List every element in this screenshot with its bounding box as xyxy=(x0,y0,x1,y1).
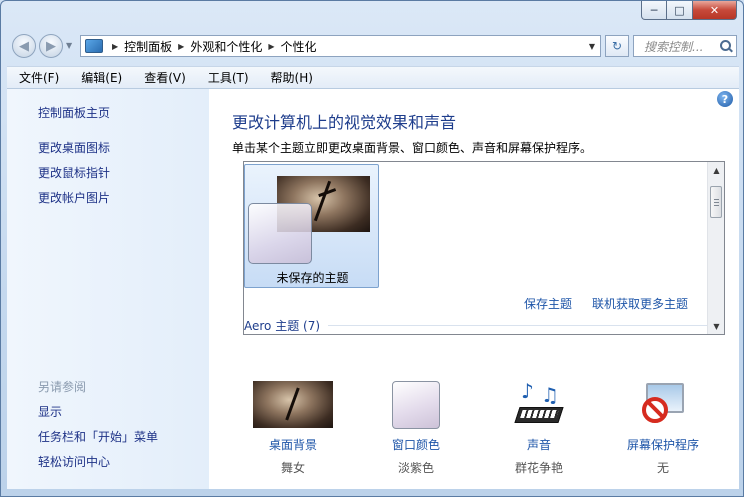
breadcrumb-personalization[interactable]: 个性化 xyxy=(281,38,317,55)
window-color-setting[interactable]: 窗口颜色 淡紫色 xyxy=(361,381,471,481)
desktop-background-link[interactable]: 桌面背景 xyxy=(238,436,348,453)
theme-list-scrollbar[interactable]: ▲ ▼ xyxy=(707,162,724,334)
aero-themes-heading: Aero 主题 (7) xyxy=(244,317,709,334)
no-entry-icon xyxy=(642,397,668,423)
aero-themes-label: Aero 主题 (7) xyxy=(244,319,321,333)
music-note-icon: ♫ xyxy=(541,383,559,407)
menu-edit[interactable]: 编辑(E) xyxy=(69,69,132,86)
dancer-figure-icon xyxy=(313,180,332,222)
control-panel-home-link[interactable]: 控制面板主页 xyxy=(38,104,110,121)
sound-icon[interactable]: ♪ ♫ xyxy=(514,379,564,429)
recent-pages-dropdown-icon[interactable]: ▼ xyxy=(66,41,72,50)
menu-file[interactable]: 文件(F) xyxy=(7,69,69,86)
menu-view[interactable]: 查看(V) xyxy=(132,69,196,86)
scroll-down-icon[interactable]: ▼ xyxy=(708,318,724,334)
desktop-background-setting[interactable]: 桌面背景 舞女 xyxy=(238,381,348,481)
divider xyxy=(328,325,709,326)
grip-line xyxy=(714,202,719,203)
window-color-link[interactable]: 窗口颜色 xyxy=(361,436,471,453)
window-color-value: 淡紫色 xyxy=(397,461,434,475)
chevron-right-icon[interactable]: ▶ xyxy=(268,42,274,51)
desktop-background-value: 舞女 xyxy=(280,461,305,475)
sounds-value: 群花争艳 xyxy=(514,461,563,475)
breadcrumb-appearance[interactable]: 外观和个性化 xyxy=(190,38,262,55)
desktop-background-thumbnail[interactable] xyxy=(253,381,333,428)
address-dropdown-icon[interactable]: ▼ xyxy=(584,42,600,51)
scrollbar-thumb[interactable] xyxy=(710,186,722,218)
sounds-link[interactable]: 声音 xyxy=(484,436,594,453)
theme-window-color-swatch xyxy=(248,203,312,264)
personalization-window: ─ □ ✕ ◀ ▶ ▼ ▶ 控制面板 ▶ 外观和个性化 ▶ 个性化 ▼ ↻ 搜索… xyxy=(0,0,744,497)
close-button[interactable]: ✕ xyxy=(693,1,737,20)
change-mouse-pointers-link[interactable]: 更改鼠标指针 xyxy=(38,164,110,181)
menu-help[interactable]: 帮助(H) xyxy=(259,69,323,86)
navigation-bar: ◀ ▶ ▼ ▶ 控制面板 ▶ 外观和个性化 ▶ 个性化 ▼ ↻ 搜索控制... xyxy=(1,31,743,63)
theme-tile-unsaved[interactable]: 未保存的主题 xyxy=(244,164,379,288)
music-note-icon: ♪ xyxy=(521,379,534,403)
grip-line xyxy=(714,205,719,206)
get-more-themes-online-link[interactable]: 联机获取更多主题 xyxy=(592,295,688,312)
chevron-right-icon[interactable]: ▶ xyxy=(178,42,184,51)
breadcrumb-control-panel[interactable]: 控制面板 xyxy=(124,38,172,55)
chevron-right-icon[interactable]: ▶ xyxy=(112,42,118,51)
menu-bar: 文件(F) 编辑(E) 查看(V) 工具(T) 帮助(H) xyxy=(7,66,739,89)
taskbar-start-menu-link[interactable]: 任务栏和「开始」菜单 xyxy=(38,428,158,445)
ease-of-access-link[interactable]: 轻松访问中心 xyxy=(38,453,110,470)
sounds-setting[interactable]: ♪ ♫ 声音 群花争艳 xyxy=(484,379,594,481)
control-panel-icon xyxy=(85,39,103,53)
display-link[interactable]: 显示 xyxy=(38,403,62,420)
page-description: 单击某个主题立即更改桌面背景、窗口颜色、声音和屏幕保护程序。 xyxy=(232,141,593,155)
address-bar[interactable]: ▶ 控制面板 ▶ 外观和个性化 ▶ 个性化 ▼ xyxy=(80,35,601,57)
menu-tools[interactable]: 工具(T) xyxy=(196,69,259,86)
minimize-button[interactable]: ─ xyxy=(641,1,667,20)
page-title: 更改计算机上的视觉效果和声音 xyxy=(232,113,457,132)
search-icon[interactable] xyxy=(720,40,732,52)
content-area: 控制面板主页 更改桌面图标 更改鼠标指针 更改帐户图片 另请参阅 显示 任务栏和… xyxy=(7,89,739,489)
see-also-heading: 另请参阅 xyxy=(38,380,87,394)
theme-tile-label: 未保存的主题 xyxy=(276,271,349,285)
task-pane: 控制面板主页 更改桌面图标 更改鼠标指针 更改帐户图片 另请参阅 显示 任务栏和… xyxy=(7,89,209,489)
screen-saver-link[interactable]: 屏幕保护程序 xyxy=(608,436,718,453)
screen-saver-value: 无 xyxy=(656,461,669,475)
theme-list: 未保存的主题 保存主题 联机获取更多主题 Aero 主题 (7) ▲ ▼ xyxy=(243,161,725,335)
help-icon[interactable]: ? xyxy=(717,91,733,107)
search-box[interactable]: 搜索控制... xyxy=(633,35,737,57)
forward-button[interactable]: ▶ xyxy=(39,34,63,58)
window-controls: ─ □ ✕ xyxy=(641,1,737,20)
grip-line xyxy=(714,199,719,200)
screen-saver-setting[interactable]: 屏幕保护程序 无 xyxy=(608,381,718,481)
scroll-up-icon[interactable]: ▲ xyxy=(708,162,724,178)
screen-saver-icon[interactable] xyxy=(638,381,688,429)
change-account-picture-link[interactable]: 更改帐户图片 xyxy=(38,189,110,206)
back-button[interactable]: ◀ xyxy=(12,34,36,58)
piano-keys-icon xyxy=(514,407,564,423)
change-desktop-icons-link[interactable]: 更改桌面图标 xyxy=(38,139,110,156)
save-theme-link[interactable]: 保存主题 xyxy=(524,295,572,312)
window-color-swatch[interactable] xyxy=(392,381,440,429)
maximize-button[interactable]: □ xyxy=(667,1,693,20)
refresh-button[interactable]: ↻ xyxy=(605,35,629,57)
search-input[interactable]: 搜索控制... xyxy=(644,38,703,55)
